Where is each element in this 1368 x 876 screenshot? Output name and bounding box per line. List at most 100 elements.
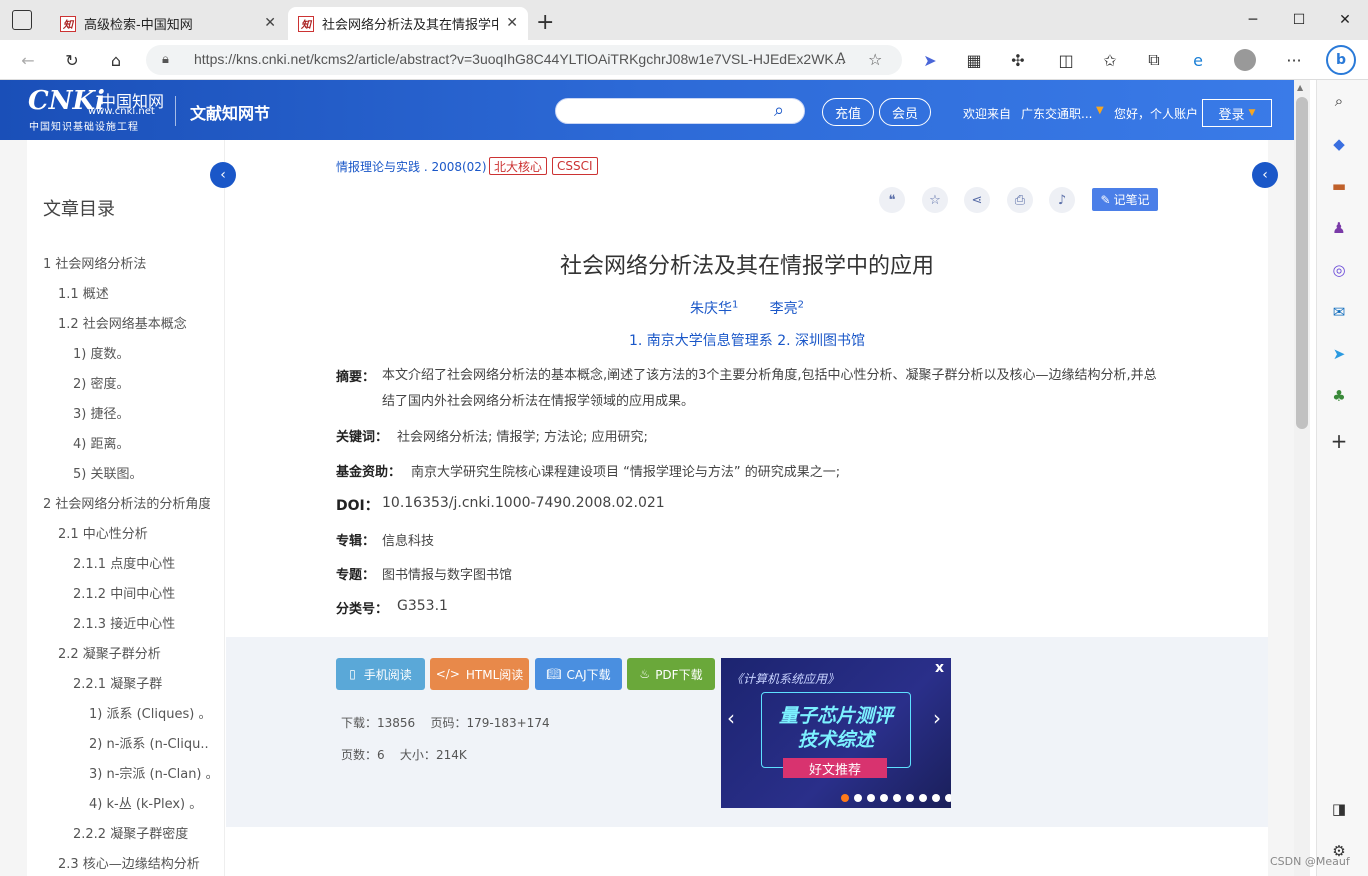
menu-icon[interactable]: ··· — [1280, 48, 1308, 72]
favorites-icon[interactable]: ✩ — [1096, 48, 1124, 72]
ad-journal: 《计算机系统应用》 — [731, 672, 840, 686]
toc-item[interactable]: 1.2 社会网络基本概念 — [58, 313, 210, 332]
close-icon[interactable]: ✕ — [264, 15, 276, 31]
journal-link[interactable]: 情报理论与实践 . 2008(02) — [336, 158, 487, 175]
toc-item[interactable]: 2) 密度。 — [73, 373, 210, 392]
keywords[interactable]: 社会网络分析法; 情报学; 方法论; 应用研究; — [397, 426, 648, 445]
toc-item[interactable]: 2.3 核心—边缘结构分析 — [58, 853, 210, 872]
favorite-icon[interactable]: ☆ — [922, 187, 948, 213]
extension-bird-icon[interactable]: ➤ — [916, 48, 944, 72]
lock-icon[interactable]: 🔒︎ — [162, 52, 169, 67]
ad-dot[interactable] — [880, 794, 888, 802]
search-icon[interactable]: ⌕ — [1326, 88, 1352, 114]
ad-dot[interactable] — [893, 794, 901, 802]
recharge-button[interactable]: 充值 — [822, 98, 874, 126]
toc-item[interactable]: 4) k-丛 (k-Plex) 。 — [89, 793, 210, 812]
window-close-icon[interactable]: ✕ — [1322, 0, 1368, 40]
send-icon[interactable]: ➤ — [1326, 341, 1352, 367]
add-icon[interactable]: + — [1326, 428, 1352, 454]
abstract-label: 摘要： — [336, 370, 376, 385]
toc-item[interactable]: 2 社会网络分析法的分析角度 — [43, 493, 210, 512]
collapse-right-icon[interactable]: ‹ — [1252, 162, 1278, 188]
home-icon[interactable]: ⌂ — [102, 48, 130, 72]
toc-item[interactable]: 2.1 中心性分析 — [58, 523, 210, 542]
author-sup: 2 — [797, 299, 804, 311]
organizations[interactable]: 1. 南京大学信息管理系 2. 深圳图书馆 — [226, 330, 1268, 350]
toc-item[interactable]: 1) 派系 (Cliques) 。 — [89, 703, 210, 722]
office-icon[interactable]: ◎ — [1326, 257, 1352, 283]
toc-item[interactable]: 3) n-宗派 (n-Clan) 。 — [89, 763, 210, 782]
quote-icon[interactable]: ❝ — [879, 187, 905, 213]
author-sup: 1 — [732, 299, 739, 311]
ad-banner[interactable]: 《计算机系统应用》 x ‹ › 量子芯片测评 技术综述 好文推荐 — [721, 658, 951, 808]
search-icon[interactable]: ⌕ — [774, 100, 784, 121]
minimize-icon[interactable]: ─ — [1230, 0, 1276, 40]
ad-dot[interactable] — [854, 794, 862, 802]
tab-article[interactable]: 知 社会网络分析法及其在情报学中的 ✕ — [288, 7, 528, 40]
toc-item[interactable]: 2.2 凝聚子群分析 — [58, 643, 210, 662]
toc-item[interactable]: 1.1 概述 — [58, 283, 210, 302]
author-link[interactable]: 李亮 — [770, 301, 798, 317]
ad-dot[interactable] — [932, 794, 940, 802]
edge-ext-icon[interactable]: e — [1184, 48, 1212, 72]
outlook-icon[interactable]: ✉ — [1326, 299, 1352, 325]
ad-dot[interactable] — [867, 794, 875, 802]
ad-close-icon[interactable]: x — [935, 660, 944, 676]
mobile-read-button[interactable]: ▯ 手机阅读 — [336, 658, 425, 690]
toolbox-icon[interactable]: ▬ — [1326, 173, 1352, 199]
toc-item[interactable]: 1 社会网络分析法 — [43, 253, 210, 272]
sidebar-toggle-icon[interactable]: ◨ — [1326, 796, 1352, 822]
caj-download-button[interactable]: 📖︎ CAJ下载 — [535, 658, 622, 690]
scroll-up-icon[interactable]: ▲ — [1297, 83, 1303, 92]
toc-item[interactable]: 1) 度数。 — [73, 343, 210, 362]
toc-item[interactable]: 2.1.2 中间中心性 — [73, 583, 210, 602]
ad-dot[interactable] — [919, 794, 927, 802]
toc-item[interactable]: 2.1.3 接近中心性 — [73, 613, 210, 632]
toc-item[interactable]: 2.2.2 凝聚子群密度 — [73, 823, 210, 842]
bing-icon[interactable]: b — [1326, 45, 1356, 75]
toc-item[interactable]: 3) 捷径。 — [73, 403, 210, 422]
print-icon[interactable]: ⎙ — [1007, 187, 1033, 213]
add-favorite-icon[interactable]: ☆ — [868, 50, 882, 69]
tag-icon[interactable]: ◆ — [1326, 131, 1352, 157]
scrollbar-thumb[interactable] — [1296, 97, 1308, 429]
collapse-left-icon[interactable]: ‹ — [210, 162, 236, 188]
toc-item[interactable]: 2.2.1 凝聚子群 — [73, 673, 210, 692]
workspaces-icon[interactable]: ▦ — [960, 48, 988, 72]
toc-item[interactable]: 5) 关联图。 — [73, 463, 210, 482]
back-icon[interactable]: ← — [14, 48, 42, 72]
ad-dot[interactable] — [841, 794, 849, 802]
chevron-down-icon[interactable]: ▼ — [1096, 105, 1104, 116]
share-icon[interactable]: ⋖ — [964, 187, 990, 213]
toc-item[interactable]: 2) n-派系 (n-Cliqu... — [89, 733, 210, 752]
note-button[interactable]: ✎ 记笔记 — [1092, 188, 1158, 211]
url-text[interactable]: https://kns.cnki.net/kcms2/article/abstr… — [194, 51, 845, 67]
ad-dot[interactable] — [945, 794, 951, 802]
maximize-icon[interactable]: ☐ — [1276, 0, 1322, 40]
institution-link[interactable]: 广东交通职... — [1021, 105, 1092, 122]
avatar[interactable] — [1234, 49, 1256, 71]
login-button[interactable]: 登录 ▼ — [1202, 99, 1272, 127]
toc-item[interactable]: 2.1.1 点度中心性 — [73, 553, 210, 572]
bell-icon[interactable]: ♪ — [1049, 187, 1075, 213]
collections-icon[interactable]: ⧉ — [1140, 48, 1168, 72]
new-tab-button[interactable]: + — [536, 10, 554, 35]
toc-item[interactable]: 4) 距离。 — [73, 433, 210, 452]
pdf-download-button[interactable]: ♨ PDF下载 — [627, 658, 715, 690]
member-button[interactable]: 会员 — [879, 98, 931, 126]
tab-advanced-search[interactable]: 知 高级检索-中国知网 ✕ — [50, 7, 286, 40]
games-icon[interactable]: ♟ — [1326, 215, 1352, 241]
read-aloud-icon[interactable]: A — [836, 51, 846, 67]
search-input[interactable] — [555, 98, 805, 124]
split-screen-icon[interactable]: ◫ — [1052, 48, 1080, 72]
page-size-info: 页数：6 大小：214K — [341, 746, 467, 763]
book-icon: 📖︎ — [546, 667, 562, 681]
close-icon[interactable]: ✕ — [506, 15, 518, 31]
extensions-icon[interactable]: ✣ — [1004, 48, 1032, 72]
author-link[interactable]: 朱庆华 — [690, 301, 732, 317]
tab-actions-icon[interactable] — [12, 10, 32, 30]
tree-icon[interactable]: ♣ — [1326, 383, 1352, 409]
html-read-button[interactable]: </> HTML阅读 — [430, 658, 529, 690]
refresh-icon[interactable]: ↻ — [58, 48, 86, 72]
ad-dot[interactable] — [906, 794, 914, 802]
